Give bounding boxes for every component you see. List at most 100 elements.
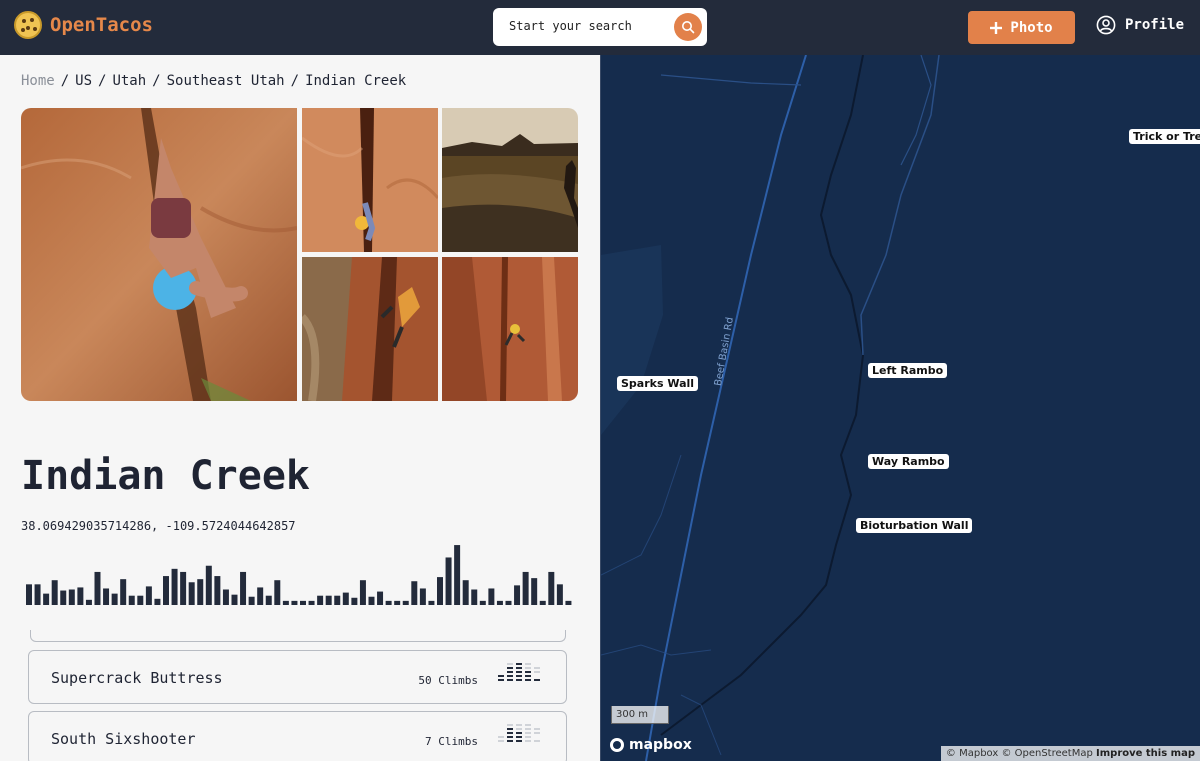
histogram-bar [85, 599, 92, 605]
breadcrumb-southeast-utah[interactable]: Southeast Utah [167, 73, 285, 89]
map-label-trick-or-treat[interactable]: Trick or Treat [1129, 129, 1200, 144]
histogram-bar [163, 576, 169, 605]
histogram-bar [385, 600, 392, 605]
histogram-bar [437, 577, 443, 605]
histogram-bar [94, 571, 101, 605]
crag-card-supercrack-buttress[interactable]: Supercrack Buttress 50 Climbs [28, 650, 567, 704]
histogram-bar [231, 594, 238, 605]
logo[interactable]: OpenTacos [14, 11, 153, 39]
map-view[interactable]: Trick or Treat Sparks Wall Left Rambo Wa… [600, 55, 1200, 761]
histogram-bar [171, 568, 178, 605]
histogram-bar [222, 589, 229, 605]
histogram-bar [154, 598, 161, 605]
histogram-bar [248, 596, 255, 605]
histogram-bar [300, 600, 306, 605]
histogram-bar [496, 600, 503, 605]
histogram-bar [334, 595, 341, 605]
histogram-bar [68, 589, 75, 605]
breadcrumb-separator: / [152, 73, 161, 89]
plus-icon [990, 21, 1003, 34]
photo-gallery [21, 108, 578, 401]
histogram-bar [359, 580, 366, 605]
page-title: Indian Creek [21, 453, 310, 499]
breadcrumb-home[interactable]: Home [21, 73, 55, 89]
grade-histogram [26, 545, 572, 605]
photo-button-label: Photo [1010, 19, 1053, 36]
histogram-bar [471, 589, 478, 605]
histogram-bar [419, 588, 426, 605]
histogram-bar [128, 595, 135, 605]
histogram-bar [51, 580, 58, 605]
histogram-bar [522, 571, 529, 605]
histogram-bar [291, 600, 298, 605]
map-label-sparks-wall[interactable]: Sparks Wall [617, 376, 699, 391]
top-navbar: OpenTacos Start your search Photo Profil… [0, 0, 1200, 55]
gallery-photo-3[interactable] [442, 108, 578, 252]
histogram-bar [377, 591, 384, 605]
gallery-photo-main[interactable] [21, 108, 297, 401]
crag-name: Supercrack Buttress [51, 669, 223, 687]
histogram-bar [454, 545, 461, 605]
mapbox-logo[interactable]: mapbox [609, 737, 692, 753]
histogram-bar [197, 579, 204, 605]
histogram-bar [514, 585, 521, 605]
histogram-bar [103, 588, 110, 605]
histogram-bar [274, 580, 281, 605]
gallery-photo-5[interactable] [442, 257, 578, 401]
breadcrumb-separator: / [290, 73, 300, 89]
breadcrumb-current: Indian Creek [305, 73, 407, 89]
search-button[interactable] [674, 13, 702, 41]
histogram-bar [205, 565, 212, 605]
search-bar[interactable]: Start your search [493, 8, 707, 46]
add-photo-button[interactable]: Photo [968, 11, 1075, 44]
histogram-bar [317, 595, 324, 605]
histogram-bar [462, 580, 469, 605]
histogram-bar [43, 593, 50, 605]
breadcrumb-utah[interactable]: Utah [112, 73, 146, 89]
map-terrain [601, 55, 940, 761]
crag-card-partial[interactable] [30, 630, 566, 642]
histogram-bar [60, 590, 67, 605]
search-icon [682, 21, 695, 34]
histogram-bar [342, 592, 349, 605]
histogram-bar [120, 579, 127, 605]
histogram-bar [488, 588, 495, 605]
histogram-bar [240, 571, 247, 605]
search-input[interactable]: Start your search [509, 19, 632, 33]
breadcrumb-separator: / [98, 73, 107, 89]
histogram-bar [411, 581, 418, 605]
histogram-bar [479, 600, 486, 605]
gallery-photo-4[interactable] [302, 257, 438, 401]
histogram-bar [565, 600, 572, 605]
map-label-bioturbation-wall[interactable]: Bioturbation Wall [856, 518, 973, 533]
histogram-bar [445, 557, 452, 605]
histogram-bar [325, 595, 332, 605]
mapbox-logo-text: mapbox [629, 737, 692, 753]
improve-map-link[interactable]: Improve this map [1096, 748, 1195, 759]
map-label-way-rambo[interactable]: Way Rambo [868, 454, 949, 469]
histogram-bar [308, 600, 315, 605]
histogram-bar [505, 600, 512, 605]
histogram-bar [180, 571, 187, 605]
crag-card-south-sixshooter[interactable]: South Sixshooter 7 Climbs [28, 711, 567, 761]
attribution-text[interactable]: © Mapbox © OpenStreetMap [946, 748, 1093, 759]
histogram-bar [368, 596, 375, 605]
coordinates-text: 38.069429035714286, -109.5724044642857 [21, 519, 296, 533]
breadcrumb-us[interactable]: US [75, 73, 92, 89]
histogram-bar [188, 582, 195, 605]
mini-histogram [498, 724, 540, 742]
histogram-bar [257, 587, 264, 605]
climb-count: 7 Climbs [425, 735, 478, 748]
histogram-bar [282, 600, 289, 605]
histogram-bar [265, 595, 272, 605]
histogram-bar [402, 600, 409, 605]
histogram-bar [351, 597, 358, 605]
histogram-bar [556, 584, 563, 605]
map-label-left-rambo[interactable]: Left Rambo [868, 363, 948, 378]
profile-button[interactable]: Profile [1096, 15, 1184, 35]
climb-count: 50 Climbs [418, 674, 478, 687]
histogram-bar [428, 600, 435, 605]
histogram-bar [111, 593, 118, 605]
histogram-bar [548, 571, 555, 605]
gallery-photo-2[interactable] [302, 108, 438, 252]
